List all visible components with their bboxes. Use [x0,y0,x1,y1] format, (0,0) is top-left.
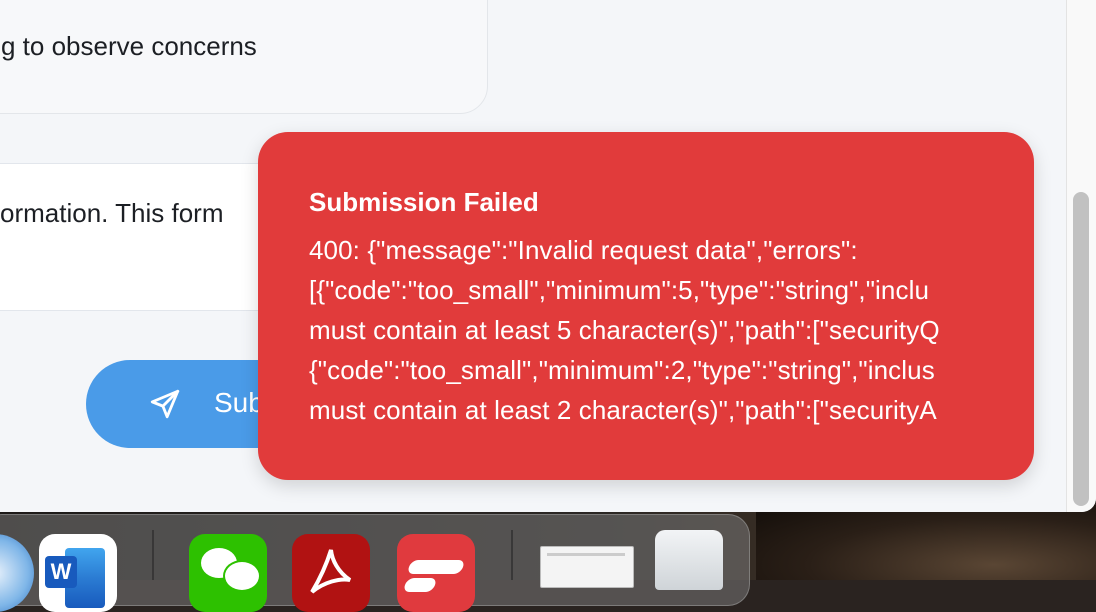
toast-message-line: 400: {"message":"Invalid request data","… [309,235,858,265]
wallpaper-tree [756,505,1096,580]
toast-title: Submission Failed [309,187,539,217]
toast-message-line: [{"code":"too_small","minimum":5,"type":… [309,275,930,305]
error-toast[interactable]: Submission Failed 400: {"message":"Inval… [258,132,1034,480]
send-icon [150,389,180,419]
scrollbar-thumb[interactable] [1073,192,1089,506]
chat-bubble-text: g to observe concerns [1,31,257,61]
preview-document-icon[interactable] [540,546,634,588]
chat-bubble: g to observe concerns [0,0,488,114]
info-text: ormation. This form [0,198,224,228]
trash-icon[interactable] [655,530,723,590]
dock-separator [152,530,154,580]
word-icon[interactable]: W [39,534,117,612]
dock-separator [511,530,513,580]
toast-message-line: must contain at least 5 character(s)","p… [309,315,940,345]
submit-button-label: Sub [214,387,264,418]
wechat-icon[interactable] [189,534,267,612]
word-letter: W [45,556,77,588]
red-app-icon[interactable] [397,534,475,612]
toast-message-line: must contain at least 2 character(s)","p… [309,395,937,425]
toast-message-line: {"code":"too_small","minimum":2,"type":"… [309,355,935,385]
acrobat-icon[interactable] [292,534,370,612]
